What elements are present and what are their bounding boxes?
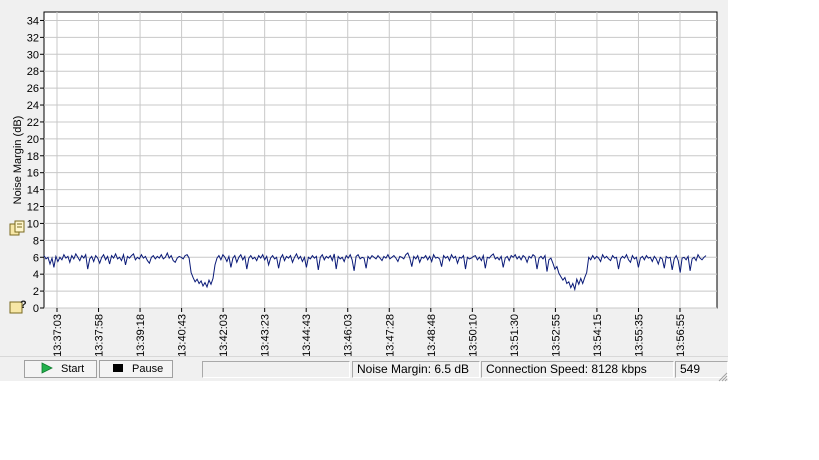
x-tick-label: 13:54:15 <box>592 314 604 356</box>
y-tick-label: 10 <box>27 218 39 230</box>
x-tick-label: 13:43:23 <box>260 314 272 356</box>
x-tick-label: 13:46:03 <box>343 314 355 356</box>
stop-icon <box>112 363 124 376</box>
status-connection-speed: Connection Speed: 8128 kbps <box>481 361 674 378</box>
y-tick-label: 18 <box>27 151 39 163</box>
y-tick-label: 26 <box>27 83 39 95</box>
start-button-label: Start <box>61 363 85 375</box>
x-tick-label: 13:44:43 <box>301 314 313 356</box>
plot-area <box>43 11 718 309</box>
play-icon <box>41 361 53 377</box>
y-tick-label: 0 <box>33 303 39 315</box>
svg-text:?: ? <box>20 299 26 311</box>
status-panel-blank <box>202 361 350 378</box>
help-icon[interactable]: ? <box>8 297 27 315</box>
x-tick-label: 13:50:10 <box>467 314 479 356</box>
y-tick-label: 2 <box>33 286 39 298</box>
x-tick-label: 13:47:28 <box>384 314 396 356</box>
y-tick-label: 22 <box>27 117 39 129</box>
y-axis-label-group: Noise Margin (dB) <box>12 116 24 205</box>
x-tick-label: 13:40:43 <box>177 314 189 356</box>
y-tick-label: 24 <box>27 100 39 112</box>
y-tick-label: 16 <box>27 168 39 180</box>
y-tick-label: 8 <box>33 235 39 247</box>
y-tick-label: 14 <box>27 185 39 197</box>
x-tick-label: 13:51:30 <box>509 314 521 356</box>
pause-button-label: Pause <box>132 363 164 375</box>
x-tick-label: 13:48:48 <box>426 314 438 356</box>
x-tick-label: 13:56:55 <box>675 314 687 356</box>
x-axis-ticks: 13:37:03 13:37:58 13:39:18 13:40:43 13:42:03… <box>52 308 687 356</box>
x-tick-label: 13:42:03 <box>218 314 230 356</box>
pause-button[interactable]: Pause <box>99 360 173 378</box>
x-tick-label: 13:37:03 <box>52 314 64 356</box>
resize-grip[interactable] <box>716 369 728 382</box>
x-tick-label: 13:37:58 <box>94 314 106 356</box>
y-tick-label: 6 <box>33 252 39 264</box>
x-tick-label: 13:39:18 <box>135 314 147 356</box>
start-button[interactable]: Start <box>24 360 97 378</box>
y-axis-label: Noise Margin (dB) <box>12 116 24 205</box>
status-noise-margin: Noise Margin: 6.5 dB <box>352 361 480 378</box>
status-bar: Start Pause Noise Margin: 6.5 dB Connect… <box>0 356 728 382</box>
y-tick-label: 32 <box>27 32 39 44</box>
x-tick-label: 13:55:35 <box>633 314 645 356</box>
y-tick-label: 34 <box>27 15 39 27</box>
y-axis-ticks: 0246810121416182022242628303234 <box>27 15 44 315</box>
copy-icon[interactable] <box>8 220 26 238</box>
x-tick-label: 13:52:55 <box>550 314 562 356</box>
y-tick-label: 28 <box>27 66 39 78</box>
noise-margin-window: Noise Margin (dB) 0 2 4 6 8 10 12 14 16 18 20 22 24 2… <box>0 0 728 382</box>
y-tick-label: 30 <box>27 49 39 61</box>
noise-margin-chart: Noise Margin (dB) 0246810121416182022242… <box>12 11 718 356</box>
y-tick-label: 12 <box>27 202 39 214</box>
y-tick-label: 20 <box>27 134 39 146</box>
y-tick-label: 4 <box>33 269 39 281</box>
